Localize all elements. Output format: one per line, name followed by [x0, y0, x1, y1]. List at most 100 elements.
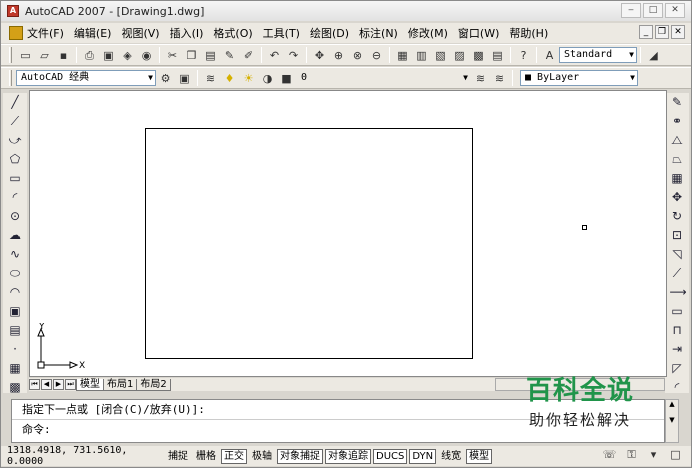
arc-icon[interactable]: ◜ [8, 190, 23, 205]
ellipse-icon[interactable]: ⬭ [8, 266, 23, 281]
gradient-icon[interactable]: ▩ [8, 380, 23, 395]
paste-icon[interactable]: ▤ [203, 48, 218, 63]
tab-model[interactable]: 模型 [76, 378, 104, 391]
clean-screen-icon[interactable]: □ [668, 447, 683, 462]
pan-icon[interactable]: ✥ [312, 48, 327, 63]
layer-lock-icon[interactable]: ◑ [260, 71, 275, 86]
publish-icon[interactable]: ◈ [120, 48, 135, 63]
line-icon[interactable]: ╱ [8, 95, 23, 110]
offset-icon[interactable]: ⏢ [670, 152, 685, 167]
tab-layout2[interactable]: 布局2 [136, 378, 171, 391]
drawing-canvas[interactable]: Y X [29, 90, 667, 377]
menu-draw[interactable]: 绘图(D) [310, 25, 349, 41]
rotate-icon[interactable]: ↻ [670, 209, 685, 224]
minimize-button[interactable]: ‒ [621, 3, 641, 18]
menu-window[interactable]: 窗口(W) [458, 25, 499, 41]
ducs-toggle[interactable]: DUCS [373, 448, 408, 464]
ellipse-arc-icon[interactable]: ◠ [8, 285, 23, 300]
drawn-rectangle[interactable] [145, 128, 473, 359]
chamfer-icon[interactable]: ◸ [670, 361, 685, 376]
zoom-realtime-icon[interactable]: ⊕ [331, 48, 346, 63]
make-layer-current-icon[interactable]: ≋ [473, 71, 488, 86]
rectangle-icon[interactable]: ▭ [8, 171, 23, 186]
tab-layout1[interactable]: 布局1 [103, 378, 138, 391]
copy-object-icon[interactable]: ⚭ [670, 114, 685, 129]
scale-icon[interactable]: ⊡ [670, 228, 685, 243]
lineweight-toggle[interactable]: 线宽 [438, 449, 464, 464]
trim-icon[interactable]: ⟋ [670, 266, 685, 281]
sheet-set-icon[interactable]: ▨ [452, 48, 467, 63]
close-button[interactable]: ✕ [665, 3, 685, 18]
markup-icon[interactable]: ▩ [471, 48, 486, 63]
erase-icon[interactable]: ✎ [670, 95, 685, 110]
lock-icon[interactable]: ⚿ [624, 447, 639, 462]
menu-modify[interactable]: 修改(M) [408, 25, 448, 41]
last-tab-icon[interactable]: ⏭ [65, 379, 76, 390]
match-properties-icon[interactable]: ✎ [222, 48, 237, 63]
menu-insert[interactable]: 插入(I) [170, 25, 204, 41]
maximize-button[interactable]: □ [643, 3, 663, 18]
menu-file[interactable]: 文件(F) [27, 25, 64, 41]
status-menu-chevron-icon[interactable]: ▾ [646, 447, 661, 462]
undo-icon[interactable]: ↶ [267, 48, 282, 63]
polar-toggle[interactable]: 极轴 [249, 449, 275, 464]
block-editor-icon[interactable]: ✐ [241, 48, 256, 63]
extend-icon[interactable]: ⟶ [670, 285, 687, 300]
save-icon[interactable]: ▪ [56, 48, 71, 63]
calculator-icon[interactable]: ▤ [490, 48, 505, 63]
zoom-window-icon[interactable]: ⊗ [350, 48, 365, 63]
design-center-icon[interactable]: ▥ [414, 48, 429, 63]
prev-tab-icon[interactable]: ◀ [41, 379, 52, 390]
workspace-settings-icon[interactable]: ⚙ [158, 71, 173, 86]
mirror-icon[interactable]: ⧍ [670, 133, 685, 148]
dyn-toggle[interactable]: DYN [409, 448, 437, 464]
revision-cloud-icon[interactable]: ☁ [8, 228, 23, 243]
toolbar-grip[interactable] [9, 70, 12, 86]
title-bar[interactable]: A AutoCAD 2007 - [Drawing1.dwg] ‒ □ ✕ [1, 1, 691, 21]
ortho-toggle[interactable]: 正交 [221, 448, 247, 464]
polygon-icon[interactable]: ⬠ [8, 152, 23, 167]
layer-on-bulb-icon[interactable]: ♦ [222, 71, 237, 86]
new-file-icon[interactable]: ▭ [18, 48, 33, 63]
next-tab-icon[interactable]: ▶ [53, 379, 64, 390]
zoom-previous-icon[interactable]: ⊖ [369, 48, 384, 63]
join-icon[interactable]: ⇥ [670, 342, 685, 357]
point-icon[interactable]: · [8, 342, 23, 357]
command-scrollbar[interactable]: ▲ ▼ [665, 399, 679, 443]
help-icon[interactable]: ? [516, 48, 531, 63]
cut-icon[interactable]: ✂ [165, 48, 180, 63]
design-web-icon[interactable]: ◉ [139, 48, 154, 63]
fillet-icon[interactable]: ◜ [670, 380, 685, 395]
menu-format[interactable]: 格式(O) [213, 25, 252, 41]
drawing-minimize-button[interactable]: _ [639, 25, 653, 39]
construction-line-icon[interactable]: ⟋ [8, 114, 23, 129]
grid-toggle[interactable]: 栅格 [193, 449, 219, 464]
polyline-icon[interactable]: ⤻ [8, 133, 23, 148]
model-toggle[interactable]: 模型 [466, 448, 493, 464]
open-file-icon[interactable]: ▱ [37, 48, 52, 63]
break-icon[interactable]: ⊓ [670, 323, 685, 338]
drawing-document-icon[interactable] [9, 26, 23, 40]
insert-block-icon[interactable]: ▣ [8, 304, 23, 319]
move-icon[interactable]: ✥ [670, 190, 685, 205]
coordinate-readout[interactable]: 1318.4918, 731.5610, 0.0000 [7, 445, 165, 467]
communication-center-icon[interactable]: ☏ [602, 447, 617, 462]
osnap-toggle[interactable]: 对象捕捉 [277, 448, 323, 464]
circle-icon[interactable]: ⊙ [8, 209, 23, 224]
text-style-select[interactable]: Standard ▼ [559, 47, 637, 63]
autocad-app-icon[interactable]: A [7, 5, 19, 17]
layer-properties-icon[interactable]: ≋ [203, 71, 218, 86]
drawing-restore-button[interactable]: ❐ [655, 25, 669, 39]
copy-icon[interactable]: ❐ [184, 48, 199, 63]
text-style-icon[interactable]: A [542, 48, 557, 63]
make-block-icon[interactable]: ▤ [8, 323, 23, 338]
workspace-save-icon[interactable]: ▣ [177, 71, 192, 86]
drawing-close-button[interactable]: ✕ [671, 25, 685, 39]
spline-icon[interactable]: ∿ [8, 247, 23, 262]
workspace-select[interactable]: AutoCAD 经典 ▼ [16, 70, 156, 86]
toolbar-grip[interactable] [9, 47, 12, 63]
properties-icon[interactable]: ▦ [395, 48, 410, 63]
color-select[interactable]: ■ ByLayer ▼ [520, 70, 638, 86]
break-at-point-icon[interactable]: ▭ [670, 304, 685, 319]
snap-toggle[interactable]: 捕捉 [165, 449, 191, 464]
